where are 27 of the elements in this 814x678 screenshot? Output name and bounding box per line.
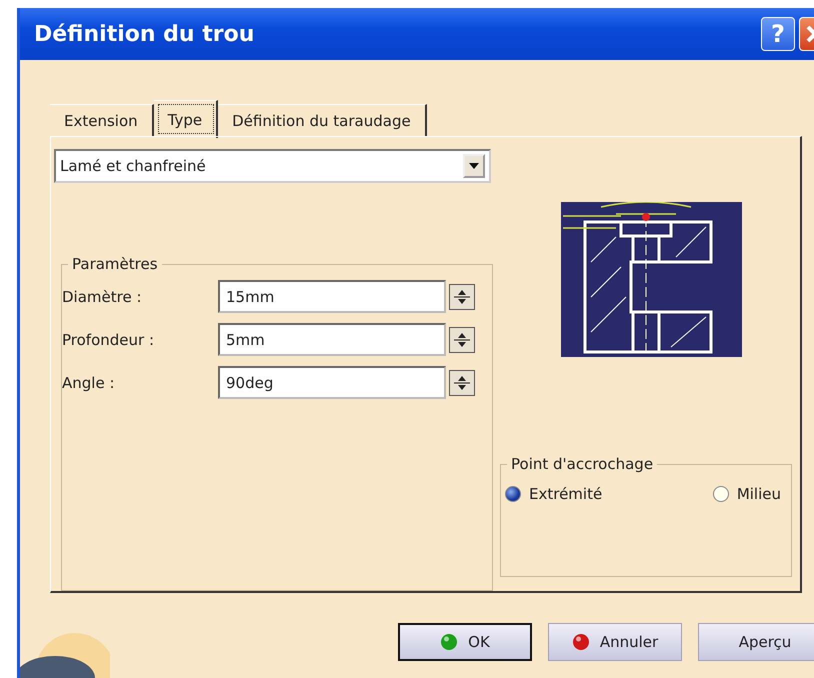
dialog-button[interactable]: Aperçu (698, 623, 814, 661)
dialog-button[interactable]: Annuler (548, 623, 682, 661)
radio-option[interactable]: Extrémité (505, 485, 602, 503)
input-field[interactable]: 15mm (218, 280, 446, 313)
tab[interactable]: Extension (50, 104, 154, 136)
spin-button[interactable] (449, 326, 475, 352)
input-field[interactable]: 90deg (218, 366, 446, 399)
status-dot-icon (572, 633, 590, 651)
radio-option[interactable]: Milieu (712, 485, 781, 503)
spin-button[interactable] (449, 284, 475, 310)
group-title: Point d'accrochage (510, 455, 654, 473)
status-dot-icon (440, 633, 458, 651)
tab[interactable]: Type (154, 100, 218, 138)
spin-button[interactable] (449, 370, 475, 396)
window-title: Définition du trou (34, 22, 254, 46)
field-label: Profondeur : (62, 330, 156, 348)
dropdown-value: Lamé et chanfreiné (60, 157, 206, 175)
tab[interactable]: Définition du taraudage (218, 104, 427, 136)
field-label: Diamètre : (62, 288, 143, 306)
dialog-button[interactable]: OK (398, 623, 532, 661)
dropdown-button[interactable] (463, 154, 485, 178)
input-field[interactable]: 5mm (218, 323, 446, 356)
type-dropdown[interactable]: Lamé et chanfreiné (54, 149, 491, 183)
help-button[interactable]: ? (761, 17, 795, 51)
field-label: Angle : (62, 374, 116, 392)
group-title: Paramètres (71, 255, 159, 273)
caret-icon (469, 163, 479, 169)
